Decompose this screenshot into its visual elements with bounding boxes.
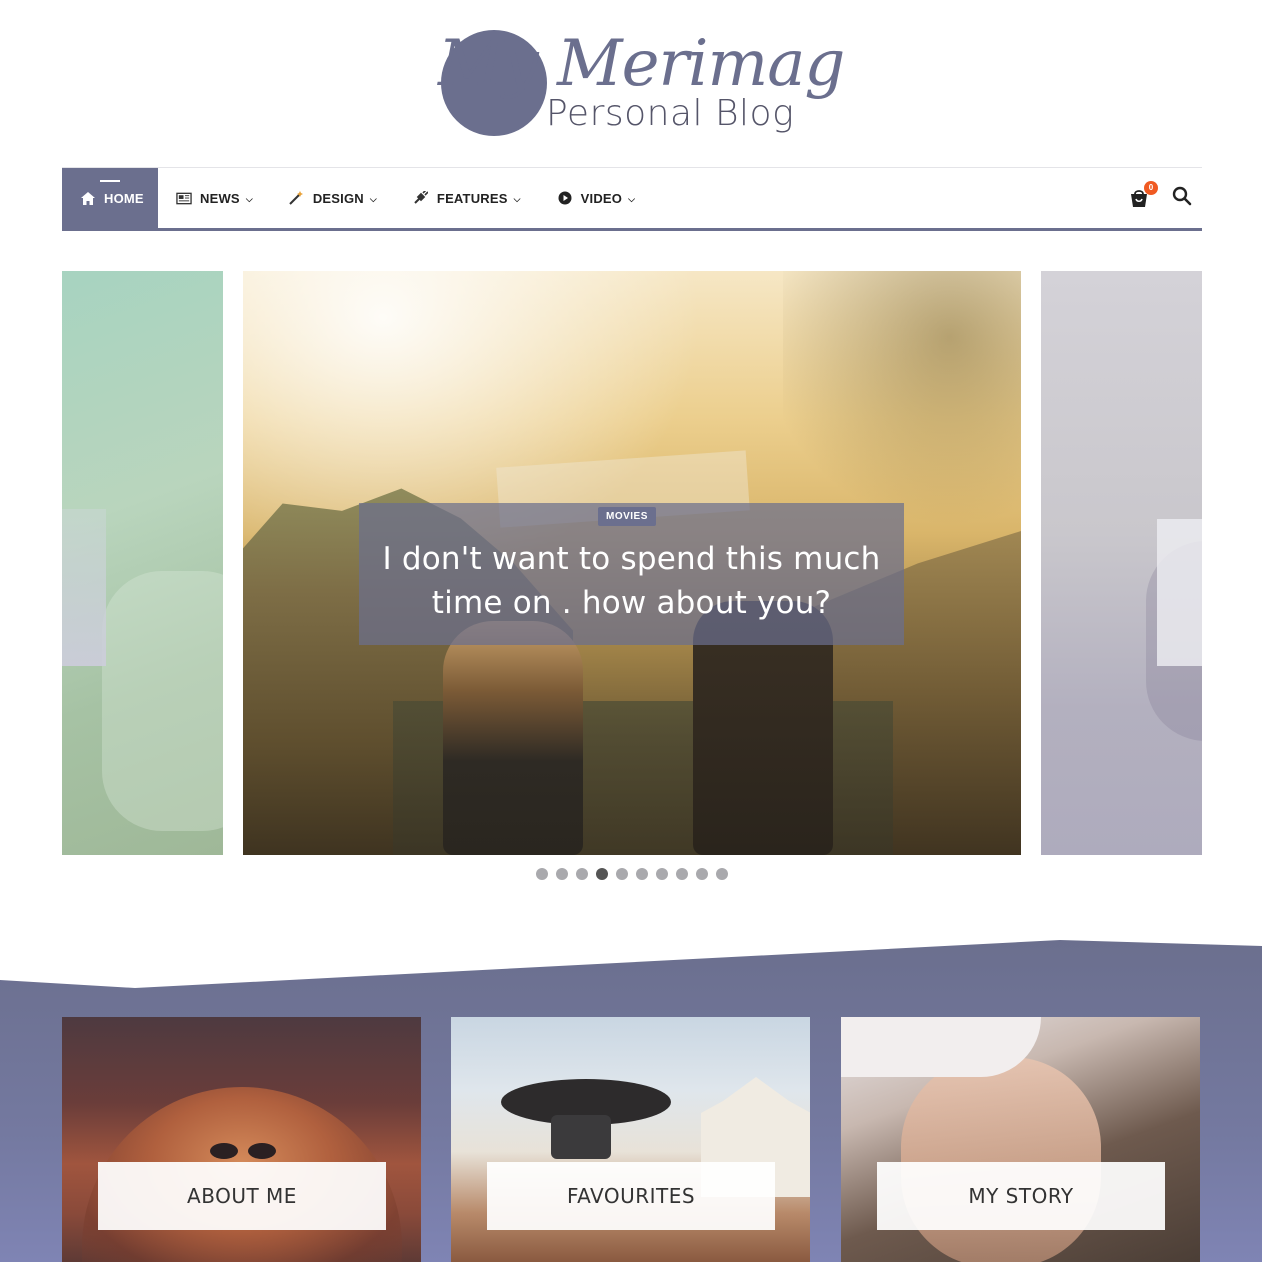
logo-script-text: My Merimag: [438, 27, 845, 101]
card-label: FAVOURITES: [487, 1162, 775, 1230]
slide-caption-ghost: [1157, 519, 1202, 666]
card-label: ABOUT ME: [98, 1162, 386, 1230]
cart-count-badge: 0: [1144, 180, 1158, 195]
chevron-down-icon: ⌵: [369, 193, 377, 204]
chevron-down-icon: ⌵: [513, 193, 521, 204]
nav-item-design[interactable]: DESIGN ⌵: [271, 168, 395, 228]
nav-label-home: HOME: [104, 190, 144, 206]
nav-label-news: NEWS: [200, 190, 240, 206]
nav-actions: 0: [1128, 168, 1192, 229]
category-badge[interactable]: MOVIES: [598, 507, 656, 526]
newspaper-icon: [176, 191, 192, 205]
slide-prev-preview[interactable]: [62, 271, 223, 855]
nav-item-features[interactable]: FEATURES ⌵: [395, 168, 539, 228]
card-image: [901, 1057, 1101, 1262]
slider-pagination: [536, 868, 728, 880]
slider-dot[interactable]: [536, 868, 548, 880]
search-button[interactable]: [1172, 186, 1192, 211]
slider-dot[interactable]: [556, 868, 568, 880]
nav-item-video[interactable]: VIDEO ⌵: [539, 168, 654, 228]
main-nav: HOME NEWS ⌵ DESIGN ⌵ FEATURES ⌵ VIDEO ⌵ …: [62, 167, 1202, 231]
page: My Merimag Personal Blog HOME NEWS ⌵ DES…: [0, 0, 1262, 1262]
cart-button[interactable]: 0: [1128, 180, 1158, 209]
card-label: MY STORY: [877, 1162, 1165, 1230]
home-icon: [80, 191, 96, 205]
card-image-detail: [551, 1115, 611, 1159]
slider-dot[interactable]: [716, 868, 728, 880]
nav-item-news[interactable]: NEWS ⌵: [158, 168, 271, 228]
slider-dot[interactable]: [676, 868, 688, 880]
card-image-detail: [210, 1143, 276, 1159]
chevron-down-icon: ⌵: [245, 193, 253, 204]
slider-dot[interactable]: [616, 868, 628, 880]
slider-dot[interactable]: [576, 868, 588, 880]
slider-dot[interactable]: [636, 868, 648, 880]
logo-subtitle: Personal Blog: [546, 93, 795, 134]
nav-label-video: VIDEO: [580, 190, 623, 206]
promo-card-my-story[interactable]: MY STORY: [841, 1017, 1200, 1262]
promo-card-about-me[interactable]: ABOUT ME: [62, 1017, 421, 1262]
plug-icon: [413, 191, 429, 205]
search-icon: [1172, 186, 1192, 206]
slider-dot[interactable]: [596, 868, 608, 880]
card-image-detail: [841, 1017, 1041, 1077]
magic-wand-icon: [289, 191, 305, 205]
nav-label-features: FEATURES: [436, 190, 508, 206]
slide-headline[interactable]: I don't want to spend this much time on …: [359, 537, 904, 625]
slide-next-preview[interactable]: [1041, 271, 1202, 855]
nav-item-home[interactable]: HOME: [62, 168, 158, 228]
slide-featured[interactable]: MOVIES I don't want to spend this much t…: [243, 271, 1021, 855]
slide-image-detail: [102, 571, 223, 831]
slide-caption-ghost: [62, 509, 106, 666]
play-circle-icon: [557, 191, 573, 205]
nav-label-design: DESIGN: [312, 190, 364, 206]
slider-dot[interactable]: [656, 868, 668, 880]
slider-dot[interactable]: [696, 868, 708, 880]
chevron-down-icon: ⌵: [628, 193, 636, 204]
promo-card-favourites[interactable]: FAVOURITES: [451, 1017, 810, 1262]
site-logo[interactable]: My Merimag Personal Blog: [438, 28, 845, 140]
slide-image-person: [443, 621, 583, 855]
